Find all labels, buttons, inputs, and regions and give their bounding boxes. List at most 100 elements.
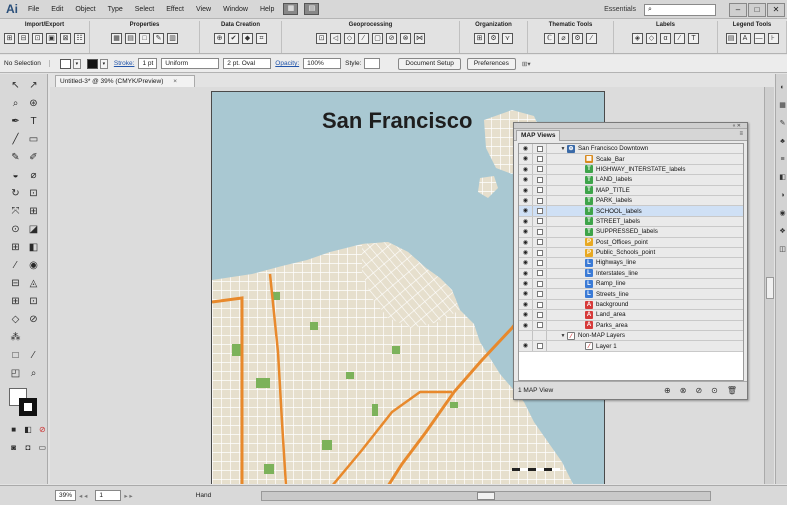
direct-selection-tool-icon[interactable]: ↗ [27,79,40,92]
menu-file[interactable]: File [22,0,45,19]
column-graph-tool-icon[interactable]: ◬ [27,277,40,290]
visibility-eye-icon[interactable]: ◉ [519,341,533,351]
screen-mode-icon[interactable]: ▭ [38,441,47,454]
eraser-tool-icon[interactable]: ⌀ [27,169,40,182]
zoom-2-tool-icon[interactable]: ⁄ [27,349,40,362]
visibility-eye-icon[interactable]: ◉ [519,195,533,206]
lasso-tool-icon[interactable]: ⊛ [27,97,40,110]
brushes-panel-icon[interactable]: ✎ [778,119,787,128]
mapublisher-tool-icon[interactable]: ⊕ [214,33,225,44]
color-mode-icon[interactable]: ■ [9,423,18,436]
workspace-switcher[interactable]: Essentials [604,6,636,13]
lock-toggle[interactable] [533,227,547,237]
vertical-scroll-thumb[interactable] [766,277,774,299]
remove-map-view-icon[interactable]: ⊘ [695,386,702,395]
mapublisher-tool-icon[interactable]: ▤ [725,33,737,44]
mapublisher-tool-icon[interactable]: ℂ [544,33,555,44]
slice-select-tool-icon[interactable] [27,331,40,344]
visibility-eye-icon[interactable]: ◉ [519,144,533,154]
visibility-eye-icon[interactable]: ◉ [519,237,533,247]
appearance-panel-icon[interactable]: ◉ [778,209,787,218]
edit-map-view-icon[interactable]: ⊗ [680,386,687,395]
stroke-weight-field[interactable]: 1 pt [138,58,158,69]
mapublisher-tool-icon[interactable]: ☷ [74,33,85,44]
swatches-panel-icon[interactable]: ▦ [778,101,787,110]
selection-tool-icon[interactable]: ↖ [9,79,22,92]
mapublisher-tool-icon[interactable]: ▢ [372,33,383,44]
visibility-eye-icon[interactable]: ◉ [519,268,533,279]
layer-row[interactable]: ◉ L Highways_line [519,258,743,269]
mapublisher-tool-icon[interactable]: α [660,33,671,44]
artboard-2-tool-icon[interactable]: □ [9,349,22,362]
mapublisher-tool-icon[interactable]: ⊟ [18,33,29,44]
delete-icon[interactable]: 🗑 [727,386,737,395]
layer-row[interactable]: ◉ P Public_Schools_point [519,247,743,259]
mapublisher-tool-icon[interactable]: □ [139,33,150,44]
fill-color-button[interactable] [59,58,71,69]
layer-row[interactable]: ◉ L Streets_line [519,289,743,300]
layer-row[interactable]: ◉ A Parks_area [519,320,743,332]
lock-toggle[interactable] [533,331,547,341]
lock-toggle[interactable] [533,247,547,258]
artboard-number-field[interactable]: 1 [95,490,122,501]
lock-toggle[interactable] [533,195,547,206]
layer-row[interactable]: ◉ ▼ ⊕ San Francisco Downtown [519,144,743,155]
visibility-eye-icon[interactable]: ◉ [519,216,533,227]
stroke-swatch[interactable] [19,398,37,416]
layer-row[interactable]: ◉ T SUPPRESSED_labels [519,227,743,238]
minimize-button[interactable]: – [729,2,747,17]
zoom-tool-icon[interactable]: ⊘ [27,313,40,326]
lock-toggle[interactable] [533,320,547,331]
bridge-icon[interactable]: ▦ [283,3,299,15]
rotate-tool-icon[interactable]: ↻ [9,187,22,200]
visibility-eye-icon[interactable]: ◉ [519,258,533,268]
scale-tool-icon[interactable]: ⊡ [27,187,40,200]
visibility-eye-icon[interactable]: ◉ [519,279,533,289]
blob-brush-tool-icon[interactable]: ◒ [9,169,22,182]
mapublisher-tool-icon[interactable]: ⊡ [32,33,43,44]
symbol-sprayer-tool-icon[interactable]: ⊟ [9,277,22,290]
mapublisher-tool-icon[interactable]: — [753,33,765,44]
mapublisher-tool-icon[interactable]: ⁄ [586,33,597,44]
visibility-eye-icon[interactable] [519,331,533,341]
map-title[interactable]: San Francisco [322,108,472,134]
mapublisher-tool-icon[interactable]: ⊗ [400,33,411,44]
artboard-tool-icon[interactable]: ⊞ [9,295,22,308]
lock-toggle[interactable] [533,268,547,279]
menu-effect[interactable]: Effect [160,0,190,19]
horizontal-scroll-thumb[interactable] [477,491,496,500]
fill-stroke-swatches[interactable] [9,388,39,418]
color-panel-icon[interactable]: ◐ [778,83,787,92]
layer-row[interactable]: ◉ T PARK_labels [519,195,743,207]
slice-tool-icon[interactable]: ⊡ [27,295,40,308]
visibility-eye-icon[interactable]: ◉ [519,206,533,216]
mapublisher-tool-icon[interactable]: ⊠ [60,33,71,44]
lock-toggle[interactable] [533,164,547,175]
lock-toggle[interactable] [533,154,547,164]
lock-toggle[interactable] [533,258,547,268]
layer-row[interactable]: ◉ T HIGHWAY_INTERSTATE_labels [519,164,743,176]
menu-select[interactable]: Select [129,0,160,19]
stroke-dropdown[interactable]: ▾ [99,58,108,69]
mapublisher-tool-icon[interactable]: ✔ [228,33,239,44]
mapublisher-tool-icon[interactable]: ◇ [344,33,355,44]
eyedropper-tool-icon[interactable]: ⁄ [9,259,22,272]
mapublisher-tool-icon[interactable]: ◈ [632,33,643,44]
line-segment-tool-icon[interactable]: ╱ [9,133,22,146]
mapublisher-tool-icon[interactable]: ⊞ [474,33,485,44]
preferences-button[interactable]: Preferences [466,57,516,70]
shape-builder-tool-icon[interactable]: ⊙ [9,223,22,236]
stroke-link[interactable]: Stroke: [114,60,135,67]
mapublisher-tool-icon[interactable]: ⁄ [358,33,369,44]
visibility-eye-icon[interactable]: ◉ [519,227,533,237]
mapublisher-tool-icon[interactable]: ⌗ [256,33,267,44]
lock-toggle[interactable] [533,185,547,195]
visibility-eye-icon[interactable]: ◉ [519,310,533,320]
menu-help[interactable]: Help [254,0,280,19]
opacity-link[interactable]: Opacity: [275,60,299,67]
mapublisher-tool-icon[interactable]: ▦ [111,33,122,44]
lock-toggle[interactable] [533,206,547,216]
mapublisher-tool-icon[interactable]: ⚙ [572,33,583,44]
mapublisher-tool-icon[interactable]: ◇ [646,33,657,44]
pencil-tool-icon[interactable]: ✐ [27,151,40,164]
